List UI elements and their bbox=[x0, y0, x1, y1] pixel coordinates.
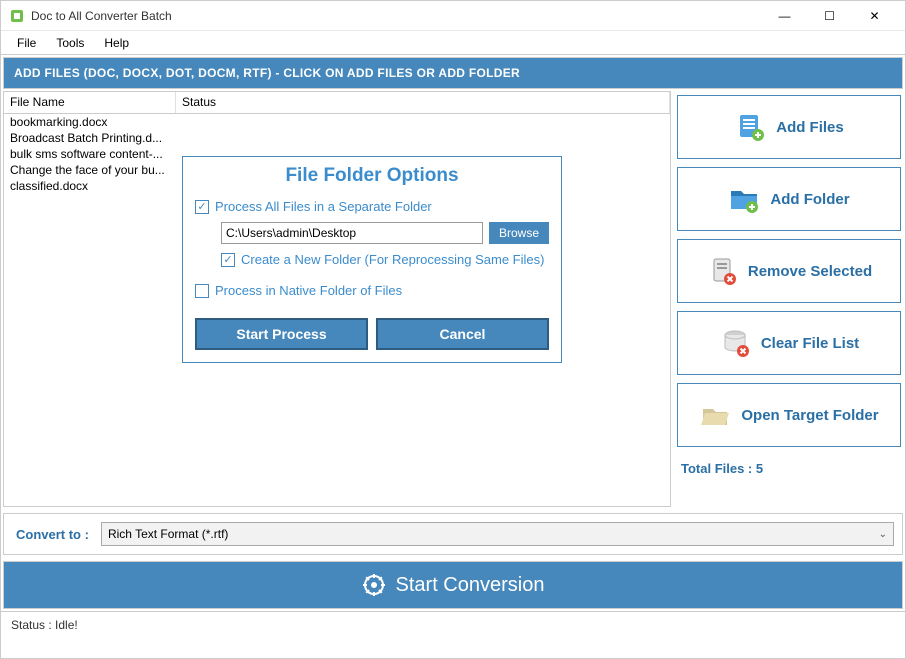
checkbox-native-folder[interactable] bbox=[195, 284, 209, 298]
format-value: Rich Text Format (*.rtf) bbox=[108, 527, 228, 541]
checkbox-new-folder[interactable]: ✓ bbox=[221, 253, 235, 267]
app-icon bbox=[9, 8, 25, 24]
label-native-folder: Process in Native Folder of Files bbox=[215, 283, 402, 298]
maximize-button[interactable]: ☐ bbox=[807, 2, 852, 30]
file-row[interactable]: bulk sms software content-... bbox=[4, 146, 176, 162]
total-files-label: Total Files : 5 bbox=[677, 455, 901, 482]
gear-icon bbox=[362, 573, 386, 597]
add-files-label: Add Files bbox=[776, 119, 844, 136]
browse-button[interactable]: Browse bbox=[489, 222, 549, 244]
add-files-icon bbox=[734, 111, 766, 143]
action-sidebar: Add Files Add Folder Remove Selected Cle… bbox=[675, 91, 903, 507]
menu-file[interactable]: File bbox=[9, 34, 44, 52]
clear-list-button[interactable]: Clear File List bbox=[677, 311, 901, 375]
format-select[interactable]: Rich Text Format (*.rtf) ⌄ bbox=[101, 522, 894, 546]
start-conversion-label: Start Conversion bbox=[396, 574, 545, 597]
remove-selected-icon bbox=[706, 255, 738, 287]
clear-list-icon bbox=[719, 327, 751, 359]
label-separate-folder: Process All Files in a Separate Folder bbox=[215, 199, 432, 214]
clear-list-label: Clear File List bbox=[761, 335, 859, 352]
start-process-button[interactable]: Start Process bbox=[195, 318, 368, 350]
status-bar: Status : Idle! bbox=[1, 611, 905, 638]
remove-selected-label: Remove Selected bbox=[748, 263, 872, 280]
checkbox-separate-folder[interactable]: ✓ bbox=[195, 200, 209, 214]
file-row[interactable]: Broadcast Batch Printing.d... bbox=[4, 130, 176, 146]
chevron-down-icon: ⌄ bbox=[879, 529, 887, 540]
close-button[interactable]: ✕ bbox=[852, 2, 897, 30]
menubar: File Tools Help bbox=[1, 31, 905, 55]
file-row[interactable]: Change the face of your bu... bbox=[4, 162, 176, 178]
open-target-button[interactable]: Open Target Folder bbox=[677, 383, 901, 447]
menu-tools[interactable]: Tools bbox=[48, 34, 92, 52]
open-target-icon bbox=[699, 399, 731, 431]
column-status[interactable]: Status bbox=[176, 92, 670, 113]
minimize-button[interactable]: — bbox=[762, 2, 807, 30]
convert-bar: Convert to : Rich Text Format (*.rtf) ⌄ bbox=[3, 513, 903, 555]
add-folder-label: Add Folder bbox=[770, 191, 849, 208]
convert-to-label: Convert to : bbox=[12, 527, 93, 542]
file-row[interactable]: classified.docx bbox=[4, 178, 176, 194]
start-conversion-button[interactable]: Start Conversion bbox=[3, 561, 903, 609]
open-target-label: Open Target Folder bbox=[741, 407, 878, 424]
instruction-banner: ADD FILES (DOC, DOCX, DOT, DOCM, RTF) - … bbox=[3, 57, 903, 89]
path-input[interactable] bbox=[221, 222, 483, 244]
add-files-button[interactable]: Add Files bbox=[677, 95, 901, 159]
cancel-button[interactable]: Cancel bbox=[376, 318, 549, 350]
dialog-title: File Folder Options bbox=[195, 161, 549, 195]
menu-help[interactable]: Help bbox=[96, 34, 137, 52]
file-list-panel: File Name Status bookmarking.docx Broadc… bbox=[3, 91, 671, 507]
add-folder-icon bbox=[728, 183, 760, 215]
window-title: Doc to All Converter Batch bbox=[31, 9, 762, 23]
file-row[interactable]: bookmarking.docx bbox=[4, 114, 176, 130]
file-folder-options-dialog: File Folder Options ✓ Process All Files … bbox=[182, 156, 562, 363]
remove-selected-button[interactable]: Remove Selected bbox=[677, 239, 901, 303]
titlebar: Doc to All Converter Batch — ☐ ✕ bbox=[1, 1, 905, 31]
add-folder-button[interactable]: Add Folder bbox=[677, 167, 901, 231]
column-filename[interactable]: File Name bbox=[4, 92, 176, 113]
label-new-folder: Create a New Folder (For Reprocessing Sa… bbox=[241, 252, 544, 267]
